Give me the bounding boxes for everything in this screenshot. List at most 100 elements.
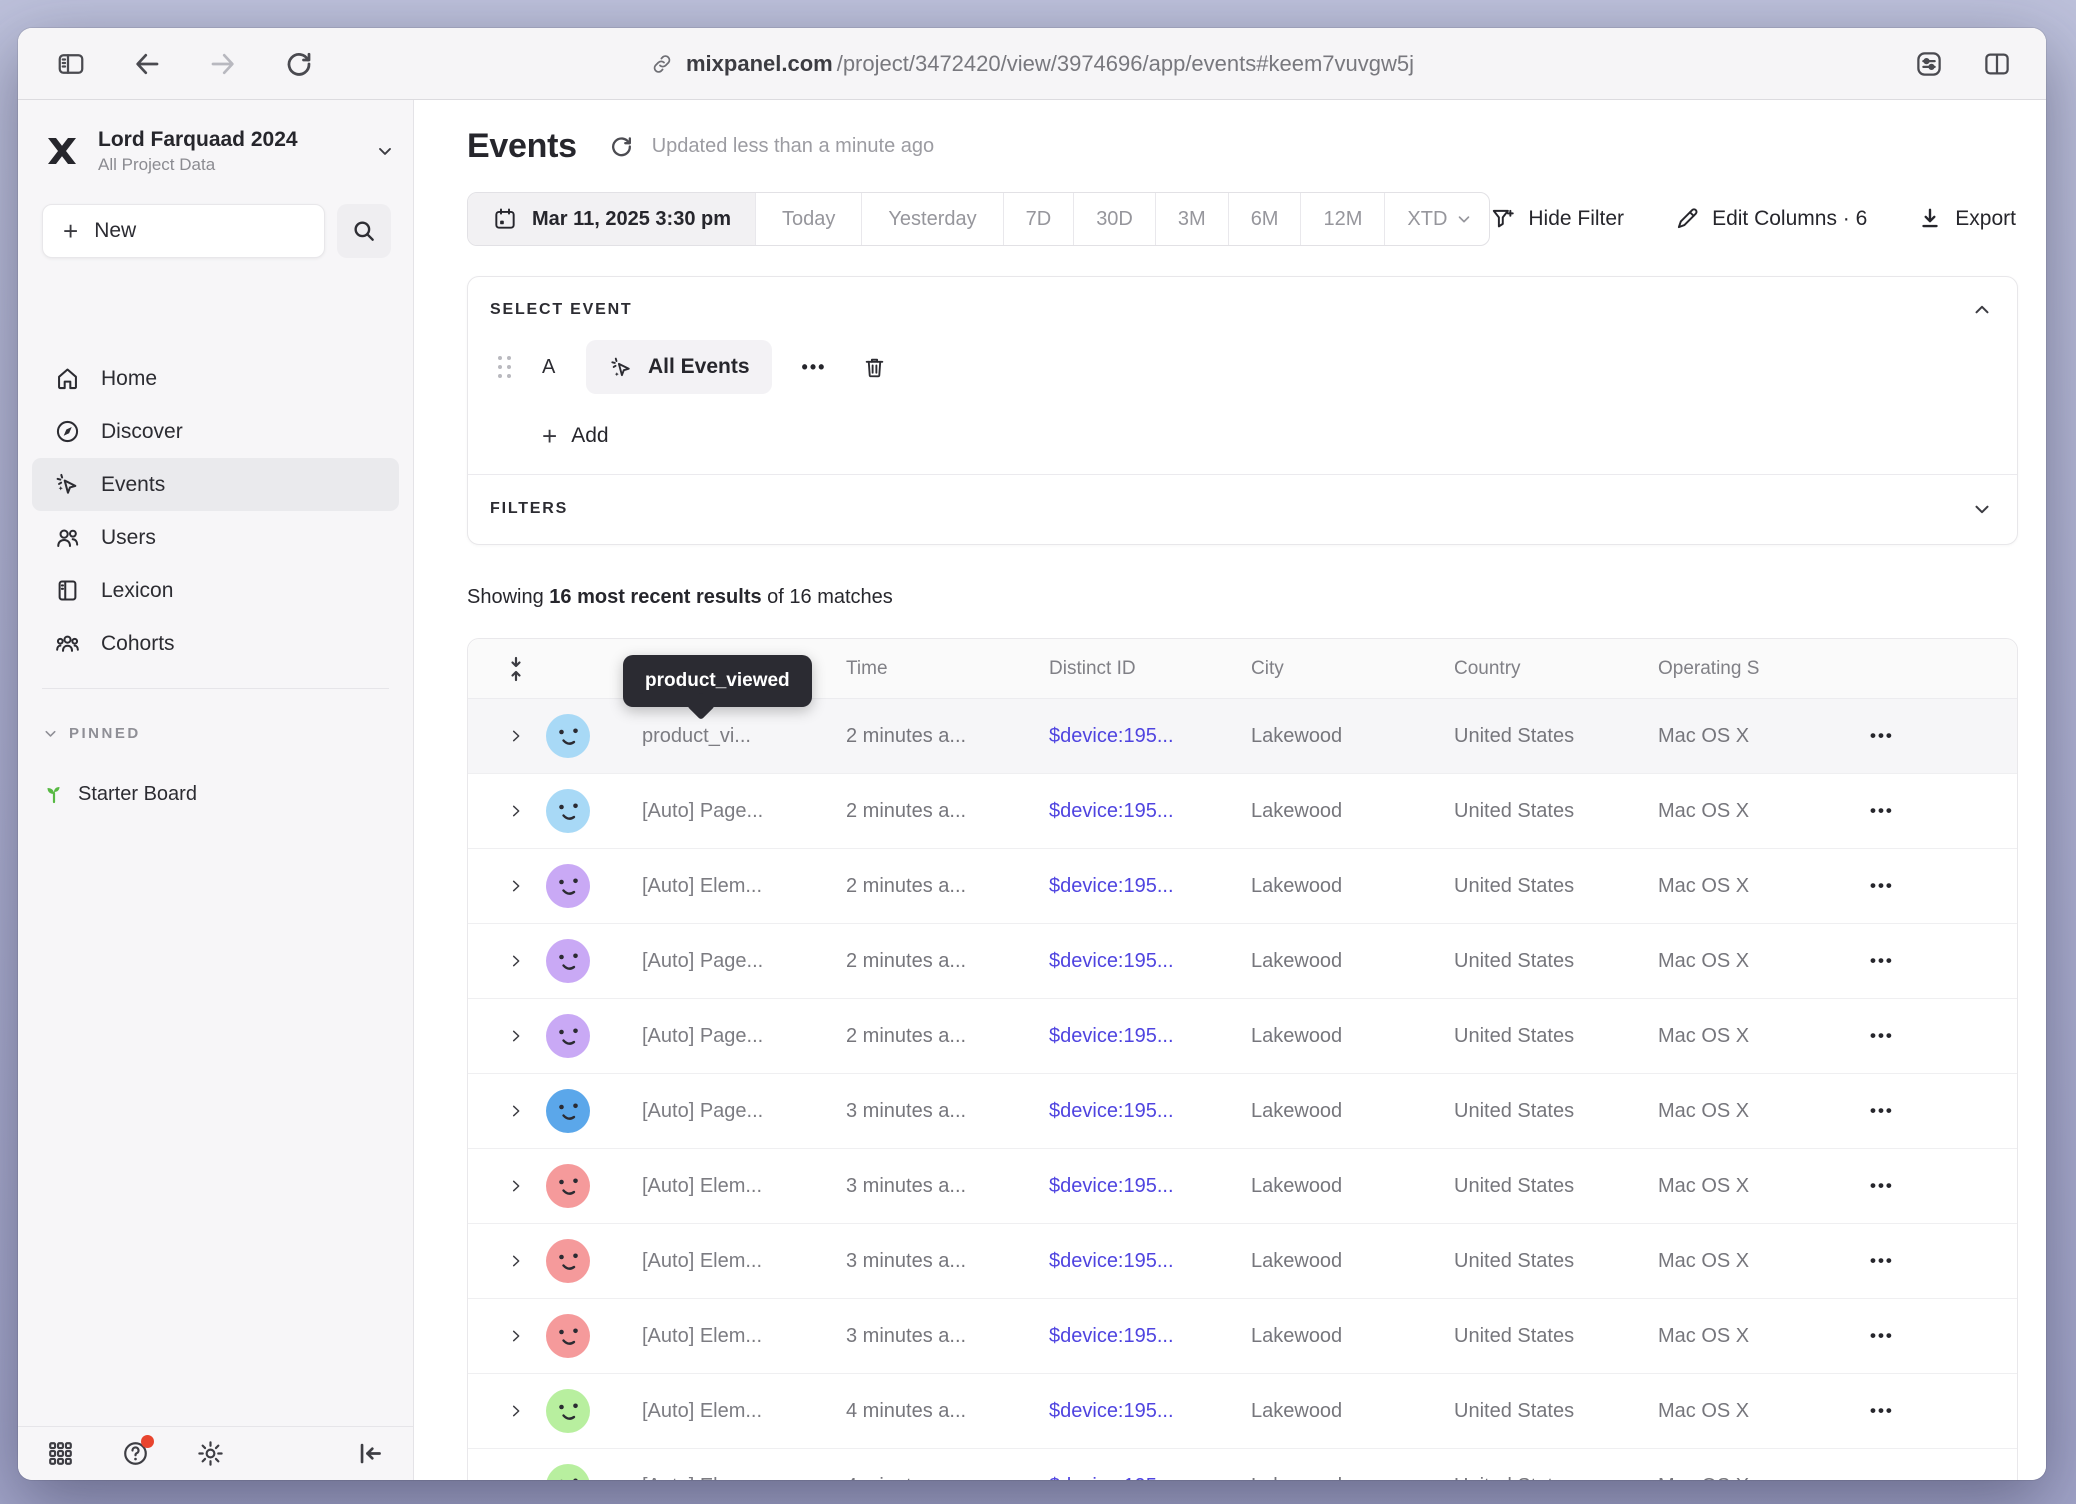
sidebar-item-home[interactable]: Home [32, 352, 399, 405]
distinct-id-link[interactable]: $device:195... [1025, 1175, 1227, 1198]
new-button[interactable]: + New [42, 204, 325, 258]
distinct-id-link[interactable]: $device:195... [1025, 875, 1227, 898]
drag-handle-icon[interactable] [498, 356, 512, 379]
chevron-down-icon[interactable] [1971, 498, 1993, 520]
distinct-id-link[interactable]: $device:195... [1025, 1025, 1227, 1048]
range-12m[interactable]: 12M [1300, 193, 1384, 245]
range-3m[interactable]: 3M [1155, 193, 1228, 245]
event-name[interactable]: [Auto] Elem... [618, 1475, 822, 1481]
row-expand-icon[interactable] [508, 728, 524, 744]
column-header-city[interactable]: City [1227, 658, 1430, 680]
table-row[interactable]: [Auto] Elem... 4 minutes a... $device:19… [468, 1374, 2017, 1449]
split-view-icon[interactable] [1982, 49, 2012, 79]
table-row[interactable]: [Auto] Elem... 3 minutes a... $device:19… [468, 1224, 2017, 1299]
row-expand-icon[interactable] [508, 1028, 524, 1044]
date-range-selected[interactable]: Mar 11, 2025 3:30 pm [468, 193, 755, 245]
distinct-id-link[interactable]: $device:195... [1025, 800, 1227, 823]
row-expand-icon[interactable] [508, 1403, 524, 1419]
range-6m[interactable]: 6M [1228, 193, 1301, 245]
row-more-icon[interactable]: ••• [1846, 1476, 1894, 1480]
apps-grid-icon[interactable] [46, 1439, 75, 1468]
event-name[interactable]: [Auto] Elem... [618, 1400, 822, 1423]
table-row[interactable]: [Auto] Elem... 4 minutes a... $device:19… [468, 1449, 2017, 1480]
sidebar-item-users[interactable]: Users [32, 511, 399, 564]
all-events-chip[interactable]: All Events [586, 340, 772, 394]
column-header-distinct-id[interactable]: Distinct ID [1025, 658, 1227, 680]
event-name[interactable]: [Auto] Elem... [618, 1175, 822, 1198]
pinned-item-starter-board[interactable]: Starter Board [42, 772, 197, 816]
project-switcher[interactable]: Lord Farquaad 2024 All Project Data [42, 120, 395, 182]
row-more-icon[interactable]: ••• [1846, 1326, 1894, 1345]
column-header-time[interactable]: Time [822, 658, 1025, 680]
table-row[interactable]: [Auto] Page... 2 minutes a... $device:19… [468, 774, 2017, 849]
collapse-rows-icon[interactable] [505, 656, 527, 682]
event-name[interactable]: [Auto] Elem... [618, 875, 822, 898]
table-row[interactable]: [Auto] Elem... 2 minutes a... $device:19… [468, 849, 2017, 924]
row-more-icon[interactable]: ••• [1846, 1026, 1894, 1045]
table-row[interactable]: [Auto] Elem... 3 minutes a... $device:19… [468, 1299, 2017, 1374]
range-30d[interactable]: 30D [1073, 193, 1155, 245]
table-row[interactable]: [Auto] Page... 2 minutes a... $device:19… [468, 999, 2017, 1074]
sidebar-item-discover[interactable]: Discover [32, 405, 399, 458]
row-more-icon[interactable]: ••• [1846, 1176, 1894, 1195]
export-button[interactable]: Export [1917, 206, 2016, 232]
column-header-country[interactable]: Country [1430, 658, 1634, 680]
row-expand-icon[interactable] [508, 953, 524, 969]
event-name[interactable]: [Auto] Page... [618, 1025, 822, 1048]
settings-gear-icon[interactable] [196, 1439, 225, 1468]
row-more-icon[interactable]: ••• [1846, 1401, 1894, 1420]
row-more-icon[interactable]: ••• [1846, 801, 1894, 820]
distinct-id-link[interactable]: $device:195... [1025, 1325, 1227, 1348]
pinned-section-header[interactable]: PINNED [42, 716, 141, 750]
row-more-icon[interactable]: ••• [1846, 951, 1894, 970]
row-more-icon[interactable]: ••• [1846, 1101, 1894, 1120]
row-expand-icon[interactable] [508, 1178, 524, 1194]
range-7d[interactable]: 7D [1003, 193, 1074, 245]
forward-icon[interactable] [208, 49, 238, 79]
reload-icon[interactable] [284, 49, 314, 79]
page-settings-icon[interactable] [1914, 49, 1944, 79]
event-name[interactable]: [Auto] Page... [618, 800, 822, 823]
row-more-icon[interactable]: ••• [1846, 876, 1894, 895]
edit-columns-button[interactable]: Edit Columns · 6 [1674, 206, 1867, 232]
range-xtd[interactable]: XTD [1384, 193, 1490, 245]
trash-icon[interactable] [862, 355, 887, 380]
table-row[interactable]: [Auto] Page... 3 minutes a... $device:19… [468, 1074, 2017, 1149]
row-more-icon[interactable]: ••• [1846, 1251, 1894, 1270]
search-button[interactable] [337, 204, 391, 258]
add-event-button[interactable]: + Add [542, 423, 609, 449]
back-icon[interactable] [132, 49, 162, 79]
sidebar-item-events[interactable]: Events [32, 458, 399, 511]
range-yesterday[interactable]: Yesterday [861, 193, 1002, 245]
event-name[interactable]: [Auto] Elem... [618, 1325, 822, 1348]
collapse-sidebar-icon[interactable] [356, 1439, 385, 1468]
row-expand-icon[interactable] [508, 803, 524, 819]
url-bar[interactable]: mixpanel.com/project/3472420/view/397469… [650, 51, 1414, 77]
sidebar-item-lexicon[interactable]: Lexicon [32, 564, 399, 617]
event-name[interactable]: [Auto] Elem... [618, 1250, 822, 1273]
event-more-icon[interactable]: ••• [802, 357, 827, 378]
event-name[interactable]: product_vi... [618, 725, 822, 748]
distinct-id-link[interactable]: $device:195... [1025, 1100, 1227, 1123]
row-expand-icon[interactable] [508, 1253, 524, 1269]
column-header-os[interactable]: Operating S [1634, 658, 1846, 680]
row-expand-icon[interactable] [508, 1103, 524, 1119]
distinct-id-link[interactable]: $device:195... [1025, 1400, 1227, 1423]
refresh-icon[interactable] [609, 134, 634, 159]
event-name[interactable]: [Auto] Page... [618, 1100, 822, 1123]
sidebar-item-cohorts[interactable]: Cohorts [32, 617, 399, 670]
table-row[interactable]: [Auto] Elem... 3 minutes a... $device:19… [468, 1149, 2017, 1224]
chevron-up-icon[interactable] [1971, 299, 1993, 321]
table-row[interactable]: [Auto] Page... 2 minutes a... $device:19… [468, 924, 2017, 999]
row-expand-icon[interactable] [508, 1478, 524, 1480]
range-today[interactable]: Today [755, 193, 861, 245]
sidebar-toggle-icon[interactable] [56, 49, 86, 79]
row-more-icon[interactable]: ••• [1846, 726, 1894, 745]
hide-filter-button[interactable]: Hide Filter [1490, 206, 1624, 232]
row-expand-icon[interactable] [508, 1328, 524, 1344]
distinct-id-link[interactable]: $device:195... [1025, 1475, 1227, 1481]
distinct-id-link[interactable]: $device:195... [1025, 725, 1227, 748]
distinct-id-link[interactable]: $device:195... [1025, 950, 1227, 973]
distinct-id-link[interactable]: $device:195... [1025, 1250, 1227, 1273]
event-name[interactable]: [Auto] Page... [618, 950, 822, 973]
